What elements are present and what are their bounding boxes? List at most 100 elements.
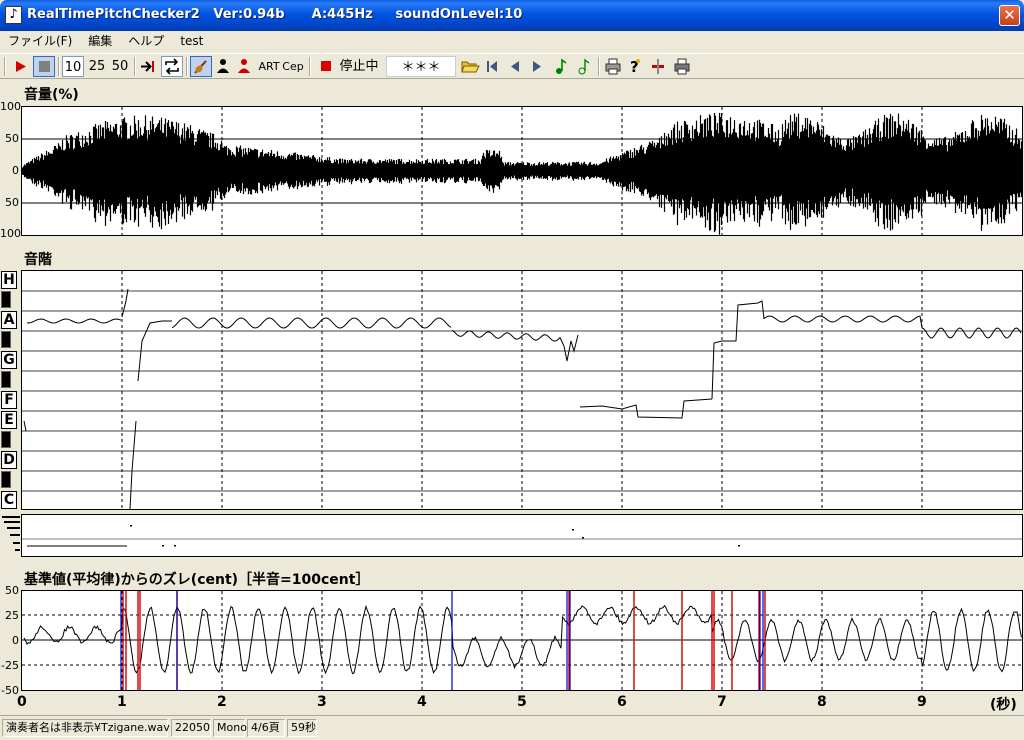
status-label: 停止中 (339, 59, 379, 74)
range-50-button[interactable]: 50 (109, 56, 131, 77)
next-page-button[interactable] (528, 56, 546, 77)
printer-icon (605, 58, 621, 75)
person-red-icon (238, 59, 250, 73)
stop-icon (39, 61, 50, 72)
note-outline-button[interactable] (575, 56, 593, 77)
loop-button[interactable] (161, 56, 183, 77)
black-key (1, 331, 11, 348)
status-length: 59秒 (287, 719, 317, 737)
volume-y-label: 50 (5, 196, 19, 209)
note-label-a: A (1, 311, 17, 329)
app-icon: ♪ (5, 6, 22, 24)
black-key (1, 371, 11, 388)
volume-waveform (22, 107, 1022, 235)
first-page-button[interactable] (483, 56, 501, 77)
volume-y-label: 100 (0, 227, 21, 240)
x-axis-label: 1 (117, 694, 127, 710)
status-sample-rate: 22050 (171, 719, 211, 737)
menu-test[interactable]: test (172, 31, 211, 52)
help-question-icon: ? (630, 58, 640, 76)
crosshair-marker-icon (652, 59, 664, 74)
marker-button[interactable] (648, 56, 668, 77)
print-button[interactable] (603, 56, 623, 77)
volume-panel-title: 音量(%) (24, 87, 79, 103)
print-setup-button[interactable] (672, 56, 692, 77)
note-label-d: D (1, 451, 17, 469)
x-axis-label: 4 (417, 694, 427, 710)
music-note-icon (556, 58, 567, 74)
cent-panel-title: 基準値(平均律)からのズレ(cent)［半音=100cent］ (24, 572, 370, 588)
cent-deviation-plot[interactable] (21, 590, 1023, 691)
cent-y-label: 0 (12, 634, 19, 647)
cent-y-label: -25 (1, 659, 19, 672)
record-button[interactable] (316, 56, 336, 77)
skip-first-icon (487, 61, 497, 72)
note-readout: ＊＊＊ (386, 56, 456, 77)
play-icon (16, 61, 26, 72)
toolbar: 10 25 50 ART Cep 停止中 ＊＊＊ ? (0, 53, 1024, 79)
note-label-e: E (1, 411, 17, 429)
volume-waveform-plot[interactable] (21, 106, 1023, 236)
music-note-outline-icon (578, 58, 590, 75)
loop-icon (165, 58, 179, 75)
note-label-g: G (1, 351, 17, 369)
status-file: 演奏者名は非表示¥Tzigane.wav (2, 719, 170, 737)
stop-button[interactable] (33, 56, 55, 77)
person-icon (217, 59, 229, 73)
pitch-curve (22, 271, 1022, 509)
pitch-panel-title: 音階 (24, 252, 52, 268)
art-button[interactable]: ART (258, 56, 280, 77)
prev-page-button[interactable] (506, 56, 524, 77)
close-button[interactable]: ✕ (999, 5, 1020, 26)
strip-scale-icon (2, 516, 20, 551)
cent-deviation-curve (22, 591, 1022, 690)
black-key (1, 431, 11, 448)
x-axis-unit: (秒) (990, 697, 1017, 713)
volume-y-label: 50 (5, 132, 19, 145)
title-bar: ♪ RealTimePitchChecker2 Ver:0.94b A:445H… (0, 0, 1024, 31)
cep-button[interactable]: Cep (282, 56, 304, 77)
help-button[interactable]: ? (626, 56, 644, 77)
x-axis-label: 0 (17, 694, 27, 710)
x-axis-label: 3 (317, 694, 327, 710)
note-label-h: H (1, 271, 17, 289)
pitch-plot[interactable] (21, 270, 1023, 510)
prev-icon (511, 61, 519, 72)
menu-file[interactable]: ファイル(F) (0, 31, 80, 52)
cent-y-label: 50 (5, 584, 19, 597)
arrow-right-bar-icon (141, 61, 154, 72)
toolbar-grip (4, 57, 6, 76)
range-10-button[interactable]: 10 (62, 56, 84, 77)
x-axis-label: 2 (217, 694, 227, 710)
printer-setup-icon (674, 58, 690, 75)
cent-y-label: 25 (5, 609, 19, 622)
performer-button[interactable] (214, 56, 232, 77)
volume-y-label: 0 (12, 164, 19, 177)
play-button[interactable] (10, 56, 30, 77)
window-title: RealTimePitchChecker2 Ver:0.94b A:445Hz … (27, 7, 523, 22)
folder-open-icon (461, 61, 480, 73)
black-key (1, 471, 11, 488)
volume-y-label: 100 (0, 100, 21, 113)
record-stop-icon (321, 61, 331, 71)
x-axis-label: 8 (817, 694, 827, 710)
note-label-c: C (1, 491, 17, 509)
range-25-button[interactable]: 25 (86, 56, 108, 77)
status-bar: 演奏者名は非表示¥Tzigane.wav 22050 Mono 4/6頁 59秒 (0, 715, 1024, 740)
x-axis-label: 7 (717, 694, 727, 710)
menu-help[interactable]: ヘルプ (120, 31, 172, 52)
onset-marks (22, 525, 1022, 547)
note-green-button[interactable] (552, 56, 570, 77)
black-key (1, 291, 11, 308)
jump-end-button[interactable] (138, 56, 158, 77)
open-folder-button[interactable] (459, 56, 481, 77)
performer-red-button[interactable] (235, 56, 253, 77)
violin-icon (194, 60, 207, 74)
onset-strip (21, 514, 1023, 557)
x-axis-label: 6 (617, 694, 627, 710)
status-page: 4/6頁 (247, 719, 285, 737)
menu-bar: ファイル(F) 編集 ヘルプ test (0, 31, 1024, 52)
menu-edit[interactable]: 編集 (80, 31, 120, 52)
next-icon (533, 61, 541, 72)
violin-button[interactable] (190, 56, 212, 77)
